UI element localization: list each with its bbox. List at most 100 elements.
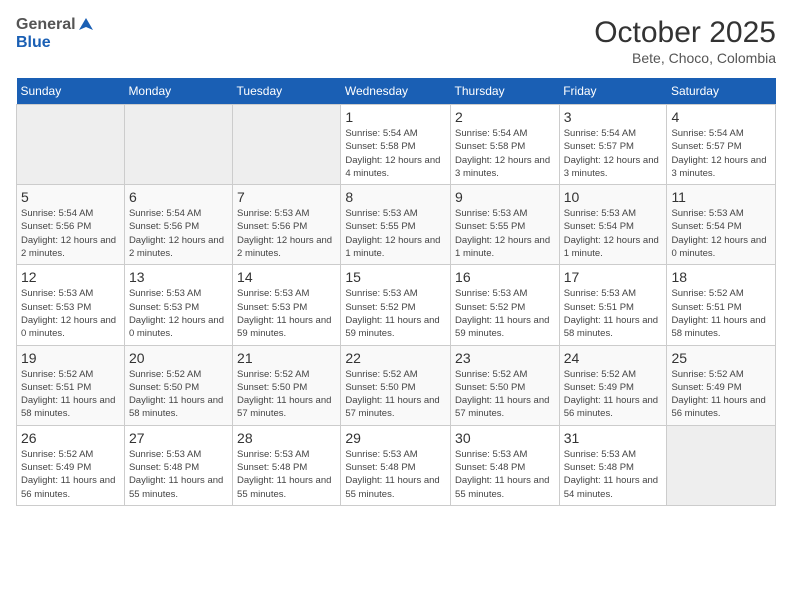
calendar-cell: 28 Sunrise: 5:53 AM Sunset: 5:48 PM Dayl… xyxy=(233,425,341,505)
cell-info: Sunrise: 5:53 AM Sunset: 5:48 PM Dayligh… xyxy=(455,448,555,501)
day-number: 31 xyxy=(564,430,663,446)
cell-info: Sunrise: 5:54 AM Sunset: 5:57 PM Dayligh… xyxy=(671,127,771,180)
day-number: 14 xyxy=(237,269,336,285)
cell-info: Sunrise: 5:53 AM Sunset: 5:54 PM Dayligh… xyxy=(671,207,771,260)
cell-info: Sunrise: 5:54 AM Sunset: 5:58 PM Dayligh… xyxy=(345,127,446,180)
day-number: 28 xyxy=(237,430,336,446)
day-number: 18 xyxy=(671,269,771,285)
page-subtitle: Bete, Choco, Colombia xyxy=(594,50,776,66)
calendar-cell: 5 Sunrise: 5:54 AM Sunset: 5:56 PM Dayli… xyxy=(17,185,125,265)
weekday-header-sunday: Sunday xyxy=(17,78,125,105)
cell-info: Sunrise: 5:53 AM Sunset: 5:53 PM Dayligh… xyxy=(237,287,336,340)
cell-info: Sunrise: 5:53 AM Sunset: 5:48 PM Dayligh… xyxy=(345,448,446,501)
day-number: 25 xyxy=(671,350,771,366)
page-header: General Blue October 2025 Bete, Choco, C… xyxy=(16,16,776,66)
day-number: 21 xyxy=(237,350,336,366)
cell-info: Sunrise: 5:52 AM Sunset: 5:50 PM Dayligh… xyxy=(237,368,336,421)
calendar-cell: 17 Sunrise: 5:53 AM Sunset: 5:51 PM Dayl… xyxy=(559,265,667,345)
logo: General Blue xyxy=(16,16,96,52)
day-number: 10 xyxy=(564,189,663,205)
cell-info: Sunrise: 5:53 AM Sunset: 5:51 PM Dayligh… xyxy=(564,287,663,340)
calendar-cell: 4 Sunrise: 5:54 AM Sunset: 5:57 PM Dayli… xyxy=(667,105,776,185)
calendar-cell: 31 Sunrise: 5:53 AM Sunset: 5:48 PM Dayl… xyxy=(559,425,667,505)
weekday-header-saturday: Saturday xyxy=(667,78,776,105)
weekday-header-thursday: Thursday xyxy=(451,78,560,105)
day-number: 20 xyxy=(129,350,228,366)
calendar-cell: 1 Sunrise: 5:54 AM Sunset: 5:58 PM Dayli… xyxy=(341,105,451,185)
day-number: 17 xyxy=(564,269,663,285)
calendar-cell: 18 Sunrise: 5:52 AM Sunset: 5:51 PM Dayl… xyxy=(667,265,776,345)
cell-info: Sunrise: 5:52 AM Sunset: 5:49 PM Dayligh… xyxy=(564,368,663,421)
calendar-cell: 27 Sunrise: 5:53 AM Sunset: 5:48 PM Dayl… xyxy=(124,425,232,505)
day-number: 9 xyxy=(455,189,555,205)
calendar-cell: 9 Sunrise: 5:53 AM Sunset: 5:55 PM Dayli… xyxy=(451,185,560,265)
page-title: October 2025 xyxy=(594,16,776,50)
cell-info: Sunrise: 5:53 AM Sunset: 5:48 PM Dayligh… xyxy=(237,448,336,501)
calendar-cell: 16 Sunrise: 5:53 AM Sunset: 5:52 PM Dayl… xyxy=(451,265,560,345)
cell-info: Sunrise: 5:53 AM Sunset: 5:56 PM Dayligh… xyxy=(237,207,336,260)
calendar-cell xyxy=(17,105,125,185)
calendar-cell xyxy=(233,105,341,185)
calendar-cell: 30 Sunrise: 5:53 AM Sunset: 5:48 PM Dayl… xyxy=(451,425,560,505)
cell-info: Sunrise: 5:53 AM Sunset: 5:53 PM Dayligh… xyxy=(21,287,120,340)
day-number: 12 xyxy=(21,269,120,285)
cell-info: Sunrise: 5:52 AM Sunset: 5:51 PM Dayligh… xyxy=(21,368,120,421)
calendar-table: SundayMondayTuesdayWednesdayThursdayFrid… xyxy=(16,78,776,506)
day-number: 6 xyxy=(129,189,228,205)
logo-general: General xyxy=(16,16,76,34)
cell-info: Sunrise: 5:53 AM Sunset: 5:48 PM Dayligh… xyxy=(564,448,663,501)
day-number: 23 xyxy=(455,350,555,366)
calendar-cell: 24 Sunrise: 5:52 AM Sunset: 5:49 PM Dayl… xyxy=(559,345,667,425)
calendar-cell: 22 Sunrise: 5:52 AM Sunset: 5:50 PM Dayl… xyxy=(341,345,451,425)
day-number: 24 xyxy=(564,350,663,366)
day-number: 29 xyxy=(345,430,446,446)
calendar-cell: 6 Sunrise: 5:54 AM Sunset: 5:56 PM Dayli… xyxy=(124,185,232,265)
calendar-cell: 3 Sunrise: 5:54 AM Sunset: 5:57 PM Dayli… xyxy=(559,105,667,185)
day-number: 4 xyxy=(671,109,771,125)
cell-info: Sunrise: 5:53 AM Sunset: 5:55 PM Dayligh… xyxy=(455,207,555,260)
day-number: 1 xyxy=(345,109,446,125)
day-number: 15 xyxy=(345,269,446,285)
calendar-cell: 8 Sunrise: 5:53 AM Sunset: 5:55 PM Dayli… xyxy=(341,185,451,265)
calendar-cell: 13 Sunrise: 5:53 AM Sunset: 5:53 PM Dayl… xyxy=(124,265,232,345)
day-number: 2 xyxy=(455,109,555,125)
calendar-cell: 21 Sunrise: 5:52 AM Sunset: 5:50 PM Dayl… xyxy=(233,345,341,425)
cell-info: Sunrise: 5:53 AM Sunset: 5:48 PM Dayligh… xyxy=(129,448,228,501)
cell-info: Sunrise: 5:52 AM Sunset: 5:49 PM Dayligh… xyxy=(21,448,120,501)
cell-info: Sunrise: 5:53 AM Sunset: 5:53 PM Dayligh… xyxy=(129,287,228,340)
weekday-header-wednesday: Wednesday xyxy=(341,78,451,105)
cell-info: Sunrise: 5:54 AM Sunset: 5:56 PM Dayligh… xyxy=(21,207,120,260)
weekday-header-monday: Monday xyxy=(124,78,232,105)
cell-info: Sunrise: 5:52 AM Sunset: 5:51 PM Dayligh… xyxy=(671,287,771,340)
day-number: 5 xyxy=(21,189,120,205)
cell-info: Sunrise: 5:54 AM Sunset: 5:56 PM Dayligh… xyxy=(129,207,228,260)
calendar-cell: 2 Sunrise: 5:54 AM Sunset: 5:58 PM Dayli… xyxy=(451,105,560,185)
day-number: 30 xyxy=(455,430,555,446)
calendar-cell: 26 Sunrise: 5:52 AM Sunset: 5:49 PM Dayl… xyxy=(17,425,125,505)
day-number: 8 xyxy=(345,189,446,205)
day-number: 26 xyxy=(21,430,120,446)
calendar-cell: 23 Sunrise: 5:52 AM Sunset: 5:50 PM Dayl… xyxy=(451,345,560,425)
calendar-cell xyxy=(667,425,776,505)
calendar-cell: 29 Sunrise: 5:53 AM Sunset: 5:48 PM Dayl… xyxy=(341,425,451,505)
calendar-cell xyxy=(124,105,232,185)
calendar-cell: 10 Sunrise: 5:53 AM Sunset: 5:54 PM Dayl… xyxy=(559,185,667,265)
calendar-cell: 20 Sunrise: 5:52 AM Sunset: 5:50 PM Dayl… xyxy=(124,345,232,425)
day-number: 27 xyxy=(129,430,228,446)
cell-info: Sunrise: 5:52 AM Sunset: 5:50 PM Dayligh… xyxy=(455,368,555,421)
day-number: 13 xyxy=(129,269,228,285)
calendar-cell: 19 Sunrise: 5:52 AM Sunset: 5:51 PM Dayl… xyxy=(17,345,125,425)
weekday-header-tuesday: Tuesday xyxy=(233,78,341,105)
calendar-cell: 7 Sunrise: 5:53 AM Sunset: 5:56 PM Dayli… xyxy=(233,185,341,265)
day-number: 19 xyxy=(21,350,120,366)
calendar-cell: 15 Sunrise: 5:53 AM Sunset: 5:52 PM Dayl… xyxy=(341,265,451,345)
cell-info: Sunrise: 5:53 AM Sunset: 5:52 PM Dayligh… xyxy=(345,287,446,340)
cell-info: Sunrise: 5:54 AM Sunset: 5:58 PM Dayligh… xyxy=(455,127,555,180)
logo-blue: Blue xyxy=(16,34,51,51)
cell-info: Sunrise: 5:52 AM Sunset: 5:50 PM Dayligh… xyxy=(129,368,228,421)
cell-info: Sunrise: 5:52 AM Sunset: 5:49 PM Dayligh… xyxy=(671,368,771,421)
cell-info: Sunrise: 5:53 AM Sunset: 5:55 PM Dayligh… xyxy=(345,207,446,260)
day-number: 16 xyxy=(455,269,555,285)
day-number: 7 xyxy=(237,189,336,205)
day-number: 11 xyxy=(671,189,771,205)
